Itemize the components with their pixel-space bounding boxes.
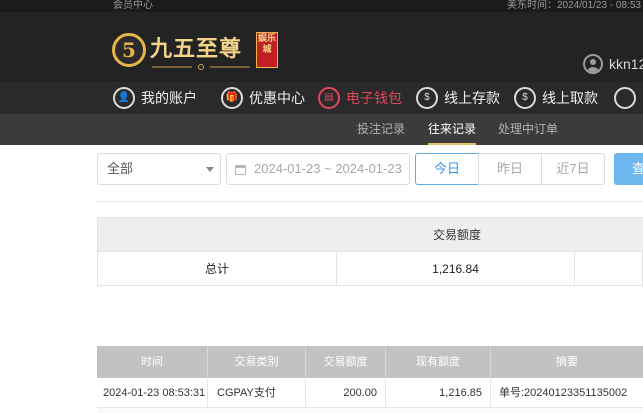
row-balance: 1,216.85 xyxy=(386,378,491,408)
nav-more[interactable] xyxy=(614,86,642,110)
nav-online-withdraw-label: 线上取款 xyxy=(542,90,598,106)
column-header-amount: 交易额度 xyxy=(306,346,386,378)
yesterday-button[interactable]: 昨日 xyxy=(478,153,542,185)
column-header-summary: 摘要 xyxy=(556,356,578,368)
nav-e-wallet-label: 电子钱包 xyxy=(346,90,402,106)
main-nav: 👤 我的账户 🎁 优惠中心 ▤ 电子钱包 $ 线上存款 $ 线上取款 xyxy=(0,82,643,114)
logo-ornament xyxy=(152,64,250,70)
sub-nav: 投注记录 往来记录 处理中订单 xyxy=(0,114,643,145)
summary-header: 交易额度 xyxy=(98,218,643,252)
nav-promotions-label: 优惠中心 xyxy=(249,90,305,106)
more-icon xyxy=(614,87,636,109)
eastern-time-label: 美东时间：2024/01/23 - 08:53 xyxy=(507,0,641,11)
nav-e-wallet[interactable]: ▤ 电子钱包 xyxy=(318,86,402,110)
summary-extra-cell xyxy=(575,252,643,286)
top-info-bar: 会员中心 美东时间：2024/01/23 - 08:53 xyxy=(0,0,643,12)
nav-my-account-label: 我的账户 xyxy=(141,90,197,106)
row-time: 2024-01-23 08:53:31 xyxy=(97,378,208,408)
wallet-icon: ▤ xyxy=(318,87,340,109)
logo-text: 九五至尊 xyxy=(150,36,243,62)
username-label: kkn12 xyxy=(609,56,643,72)
member-center-link[interactable]: 会员中心 xyxy=(113,0,153,12)
row-summary: 单号:20240123351135002 xyxy=(499,387,628,399)
table-row: 2024-01-23 08:53:31 CGPAY支付 200.00 1,216… xyxy=(97,378,643,408)
logo-mark: 5 xyxy=(112,33,146,67)
column-header-type: 交易类别 xyxy=(208,346,306,378)
type-select-value: 全部 xyxy=(107,161,134,176)
withdraw-icon: $ xyxy=(514,87,536,109)
summary-table: 交易额度 总计 1,216.84 xyxy=(97,217,643,286)
nav-online-withdraw[interactable]: $ 线上取款 xyxy=(514,86,598,110)
nav-my-account[interactable]: 👤 我的账户 xyxy=(113,86,197,110)
table-row-next xyxy=(97,408,643,413)
section-divider xyxy=(97,201,643,202)
summary-header-label: 交易额度 xyxy=(432,228,481,242)
site-logo[interactable]: 5 九五至尊 娱乐城 xyxy=(112,30,278,70)
nav-online-deposit-label: 线上存款 xyxy=(444,90,500,106)
transaction-table: 时间 交易类别 交易额度 现有额度 摘要 2024-01-23 08:53:31… xyxy=(97,346,643,413)
tab-transaction-records[interactable]: 往来记录 xyxy=(428,114,477,145)
column-header-balance: 现有额度 xyxy=(386,346,491,378)
chevron-down-icon xyxy=(206,167,214,172)
site-header: 5 九五至尊 娱乐城 kkn12 xyxy=(0,12,643,82)
user-menu[interactable]: kkn12 xyxy=(583,54,643,74)
table-header-row: 时间 交易类别 交易额度 现有额度 摘要 xyxy=(97,346,643,378)
nav-online-deposit[interactable]: $ 线上存款 xyxy=(416,86,500,110)
row-type: CGPAY支付 xyxy=(208,378,306,408)
gift-icon: 🎁 xyxy=(221,87,243,109)
today-button[interactable]: 今日 xyxy=(415,153,479,185)
type-select[interactable]: 全部 xyxy=(97,153,221,185)
deposit-icon: $ xyxy=(416,87,438,109)
last-7-days-button[interactable]: 近7日 xyxy=(541,153,605,185)
column-header-time: 时间 xyxy=(97,346,208,378)
calendar-icon xyxy=(235,165,246,175)
search-button[interactable]: 查 xyxy=(614,153,643,185)
avatar-icon xyxy=(583,54,603,74)
logo-seal: 娱乐城 xyxy=(256,32,278,68)
user-icon: 👤 xyxy=(113,87,135,109)
tab-bet-records[interactable]: 投注记录 xyxy=(357,114,405,145)
row-amount: 200.00 xyxy=(306,378,386,408)
tab-pending-orders[interactable]: 处理中订单 xyxy=(498,114,558,145)
summary-total-value: 1,216.84 xyxy=(337,252,575,286)
nav-promotions[interactable]: 🎁 优惠中心 xyxy=(221,86,305,110)
date-range-input[interactable]: 2024-01-23 ~ 2024-01-23 xyxy=(226,153,410,185)
summary-total-label: 总计 xyxy=(98,252,337,286)
date-range-value: 2024-01-23 ~ 2024-01-23 xyxy=(254,161,402,176)
